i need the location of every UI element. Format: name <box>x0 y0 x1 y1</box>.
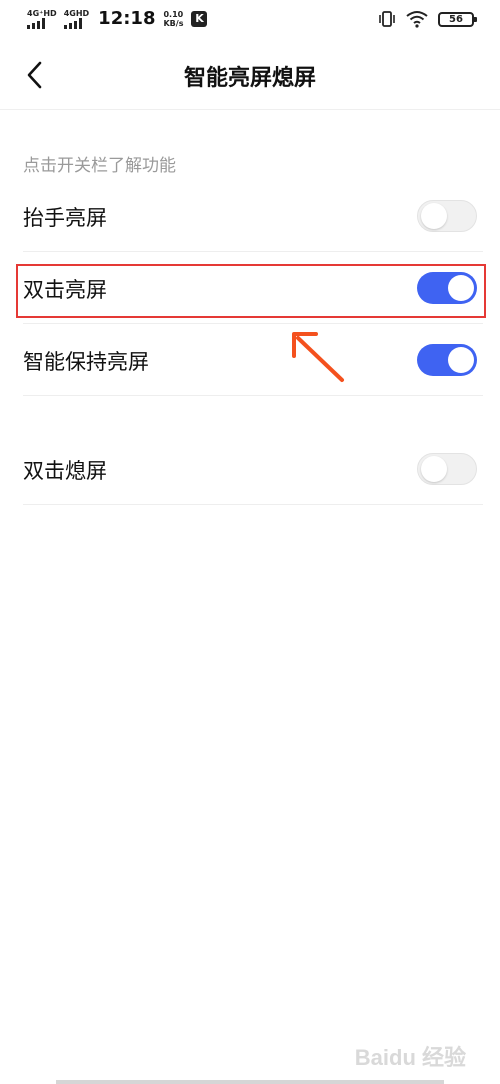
signal-bars-icon <box>27 17 45 29</box>
setting-row-raise-to-wake[interactable]: 抬手亮屏 <box>23 180 483 252</box>
signal-1: 4G⁺HD <box>27 9 57 29</box>
nav-bar: 智能亮屏熄屏 <box>0 40 500 110</box>
setting-row-smart-stay-on[interactable]: 智能保持亮屏 <box>23 324 483 396</box>
vibrate-icon <box>379 11 395 27</box>
network-type-1: 4G⁺HD <box>27 8 57 18</box>
setting-row-double-tap-sleep[interactable]: 双击熄屏 <box>23 433 483 505</box>
page-title: 智能亮屏熄屏 <box>183 66 316 91</box>
network-speed: 0.10 KB/s <box>163 10 183 28</box>
status-bar: 4G⁺HD 4GHD 12:18 0.10 KB/s K 56 <box>0 0 500 40</box>
home-indicator[interactable] <box>56 1080 444 1084</box>
toggle-knob <box>448 347 474 373</box>
toggle-knob <box>421 456 447 482</box>
speed-value: 0.10 <box>163 9 184 19</box>
clock: 12:18 <box>98 8 156 29</box>
toggle-switch[interactable] <box>417 200 477 232</box>
setting-label: 抬手亮屏 <box>23 206 107 230</box>
highlight-box <box>16 264 486 318</box>
setting-label: 智能保持亮屏 <box>23 350 149 374</box>
status-right: 56 <box>378 10 477 28</box>
baidu-watermark: Baidu 经验 <box>354 1045 466 1070</box>
hint-text: 点击开关栏了解功能 <box>23 156 176 176</box>
k-app-icon: K <box>191 10 208 27</box>
toggle-switch[interactable] <box>417 344 477 376</box>
speed-unit: KB/s <box>163 18 184 28</box>
arrow-annotation-icon <box>292 332 344 382</box>
status-left: 4G⁺HD 4GHD 12:18 0.10 KB/s K <box>27 8 208 29</box>
screen: 4G⁺HD 4GHD 12:18 0.10 KB/s K 56 智能亮屏熄屏 点… <box>0 0 500 1084</box>
signal-2: 4GHD <box>63 8 90 29</box>
toggle-knob <box>421 203 447 229</box>
wifi-icon <box>406 11 428 28</box>
signal-bars-icon <box>63 17 82 29</box>
battery-icon: 56 <box>438 11 477 27</box>
setting-label: 双击熄屏 <box>23 459 107 483</box>
network-type-2: 4GHD <box>63 8 90 18</box>
toggle-switch[interactable] <box>417 453 477 485</box>
